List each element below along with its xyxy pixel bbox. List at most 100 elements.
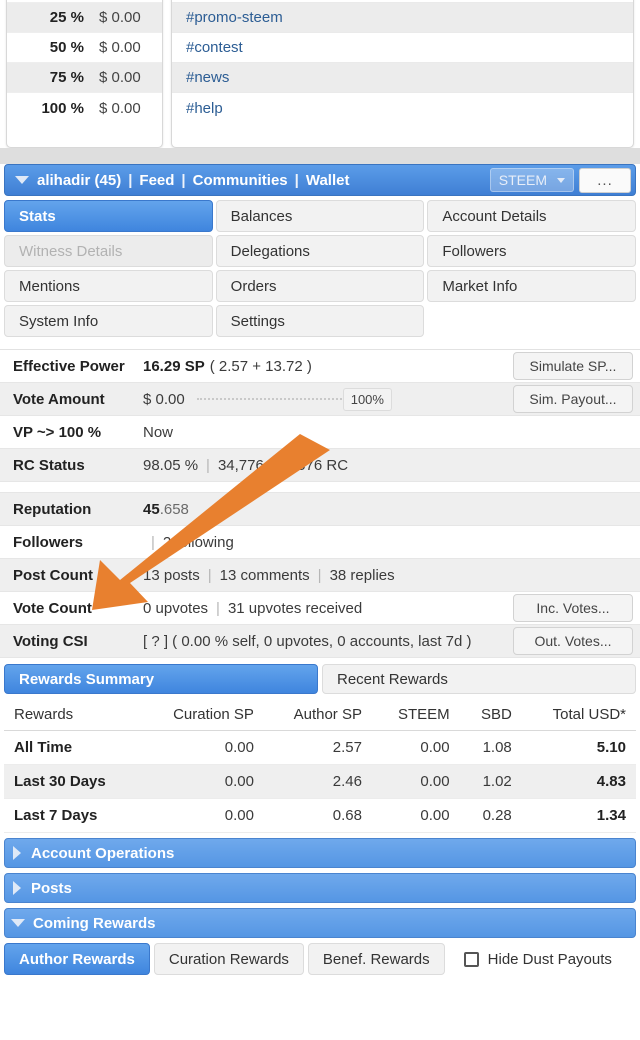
stats-value: [ ? ] ( 0.00 % self, 0 upvotes, 0 accoun… xyxy=(143,632,472,650)
value-separator: | xyxy=(206,456,210,474)
reward-author-sp: 0.68 xyxy=(263,798,372,833)
reward-steem: 0.00 xyxy=(371,764,460,799)
comments-count: 13 comments xyxy=(219,566,310,584)
tag-list-panel: #steemexclusive #promo-steem #contest #n… xyxy=(171,0,634,148)
tag-list-item[interactable]: #help xyxy=(172,93,633,123)
account-tab-grid: Stats Balances Account Details Witness D… xyxy=(0,196,640,341)
stats-row-voting-csi: Voting CSI [ ? ] ( 0.00 % self, 0 upvote… xyxy=(0,625,640,658)
currency-select[interactable]: STEEM xyxy=(489,168,574,192)
accordion-posts[interactable]: Posts xyxy=(4,873,636,903)
stats-value: $ 0.00 100% xyxy=(143,387,507,411)
stats-label: Post Count xyxy=(13,566,93,584)
stats-spacer-row xyxy=(0,482,640,493)
column-header-author-sp: Author SP xyxy=(263,700,372,731)
stats-label: RC Status xyxy=(13,456,85,474)
tab-mentions[interactable]: Mentions xyxy=(4,270,213,302)
vote-weight-slider[interactable]: 100% xyxy=(196,387,392,411)
reward-period: Last 30 Days xyxy=(4,764,141,799)
reward-total-usd: 5.10 xyxy=(521,730,636,765)
effective-power-value: 16.29 SP xyxy=(143,357,205,375)
tab-market-info[interactable]: Market Info xyxy=(427,270,636,302)
accordion-label: Account Operations xyxy=(31,844,175,862)
checkbox-icon[interactable] xyxy=(463,951,479,967)
accordion-coming-rewards[interactable]: Coming Rewards xyxy=(4,908,636,938)
column-header-rewards: Rewards xyxy=(4,700,141,731)
tab-benef-rewards[interactable]: Benef. Rewards xyxy=(307,943,445,975)
slider-handle[interactable]: 100% xyxy=(342,387,392,411)
accordion-account-operations[interactable]: Account Operations xyxy=(4,838,636,868)
incoming-votes-button[interactable]: Inc. Votes... xyxy=(513,594,633,622)
stats-label: Voting CSI xyxy=(13,632,88,650)
stats-value: Now xyxy=(143,423,174,441)
tab-account-details[interactable]: Account Details xyxy=(427,200,636,232)
rc-percent: 98.05 % xyxy=(143,456,199,474)
rc-detail: 34,776 / 46,576 RC xyxy=(217,456,349,474)
vote-percent: 50 % xyxy=(49,39,84,56)
stats-value: 0 upvotes | 31 upvotes received xyxy=(143,600,507,617)
rewards-tab-row: Rewards Summary Recent Rewards xyxy=(0,658,640,698)
tab-rewards-summary[interactable]: Rewards Summary xyxy=(4,664,318,694)
section-divider xyxy=(0,148,640,164)
slider-track xyxy=(196,398,345,400)
nav-separator: | xyxy=(181,171,186,189)
caret-down-icon xyxy=(11,919,25,927)
chevron-down-icon xyxy=(557,177,565,183)
stats-row-followers: Followers | 2 following xyxy=(0,526,640,559)
vote-amount: $ 0.00 xyxy=(99,39,141,56)
stats-action-cell: Out. Votes... xyxy=(507,627,640,655)
more-options-button[interactable]: ... xyxy=(579,167,631,193)
nav-link-communities[interactable]: Communities xyxy=(193,172,288,189)
stats-row-vp-recharge: VP ~> 100 % Now xyxy=(0,416,640,449)
reputation-value: 45 xyxy=(143,500,160,518)
hide-dust-payouts-label: Hide Dust Payouts xyxy=(487,950,612,968)
stats-row-rc-status: RC Status 98.05 % | 34,776 / 46,576 RC xyxy=(0,449,640,482)
tab-balances[interactable]: Balances xyxy=(215,200,425,232)
tag-list-item[interactable]: #promo-steem xyxy=(172,3,633,33)
stats-value: 98.05 % | 34,776 / 46,576 RC xyxy=(143,457,507,474)
reward-curation-sp: 0.00 xyxy=(140,764,264,799)
tab-delegations[interactable]: Delegations xyxy=(215,235,425,267)
posts-count: 13 posts xyxy=(143,566,200,584)
account-username[interactable]: alihadir (45) xyxy=(37,172,121,189)
tab-placeholder xyxy=(427,305,636,337)
reward-author-sp: 2.57 xyxy=(263,730,372,765)
tab-curation-rewards[interactable]: Curation Rewards xyxy=(153,943,304,975)
tab-author-rewards[interactable]: Author Rewards xyxy=(4,943,150,975)
stats-label: Vote Amount xyxy=(13,390,105,408)
tab-system-info[interactable]: System Info xyxy=(4,305,213,337)
reward-sbd: 1.02 xyxy=(459,764,522,799)
tab-settings[interactable]: Settings xyxy=(215,305,425,337)
tag-list-item[interactable]: #news xyxy=(172,63,633,93)
reward-steem: 0.00 xyxy=(371,730,460,765)
vote-value-row: 50 % $ 0.00 xyxy=(7,33,162,63)
simulate-sp-button[interactable]: Simulate SP... xyxy=(513,352,633,380)
steem-account-stats-page: 10 % $ 0.00 25 % $ 0.00 50 % $ 0.00 75 %… xyxy=(0,0,640,1040)
nav-link-wallet[interactable]: Wallet xyxy=(306,172,350,189)
tab-orders[interactable]: Orders xyxy=(215,270,425,302)
account-stats-table: Effective Power 16.29 SP ( 2.57 + 13.72 … xyxy=(0,349,640,658)
nav-link-feed[interactable]: Feed xyxy=(139,172,174,189)
account-header-bar: alihadir (45) | Feed | Communities | Wal… xyxy=(4,164,636,196)
stats-label: VP ~> 100 % xyxy=(13,423,102,441)
accordion-label: Coming Rewards xyxy=(33,914,156,932)
tab-stats[interactable]: Stats xyxy=(4,200,213,232)
caret-down-icon[interactable] xyxy=(15,176,29,184)
accordion-label: Posts xyxy=(31,879,72,897)
caret-right-icon xyxy=(13,846,21,860)
upvotes-received: 31 upvotes received xyxy=(227,599,363,617)
outgoing-votes-button[interactable]: Out. Votes... xyxy=(513,627,633,655)
vote-value-panel: 10 % $ 0.00 25 % $ 0.00 50 % $ 0.00 75 %… xyxy=(6,0,163,148)
rewards-summary-table: Rewards Curation SP Author SP STEEM SBD … xyxy=(4,700,636,833)
vote-amount: $ 0.00 xyxy=(99,9,141,26)
stats-row-vote-count: Vote Count 0 upvotes | 31 upvotes receiv… xyxy=(0,592,640,625)
tab-followers[interactable]: Followers xyxy=(427,235,636,267)
sim-payout-button[interactable]: Sim. Payout... xyxy=(513,385,633,413)
vote-value-row: 75 % $ 0.00 xyxy=(7,63,162,93)
tag-list-item[interactable]: #contest xyxy=(172,33,633,63)
upvotes-given: 0 upvotes xyxy=(143,599,209,617)
table-header-row: Rewards Curation SP Author SP STEEM SBD … xyxy=(4,700,636,731)
value-separator: | xyxy=(317,566,322,584)
tab-recent-rewards[interactable]: Recent Rewards xyxy=(322,664,636,694)
caret-right-icon xyxy=(13,881,21,895)
hide-dust-payouts-toggle[interactable]: Hide Dust Payouts xyxy=(449,943,636,975)
